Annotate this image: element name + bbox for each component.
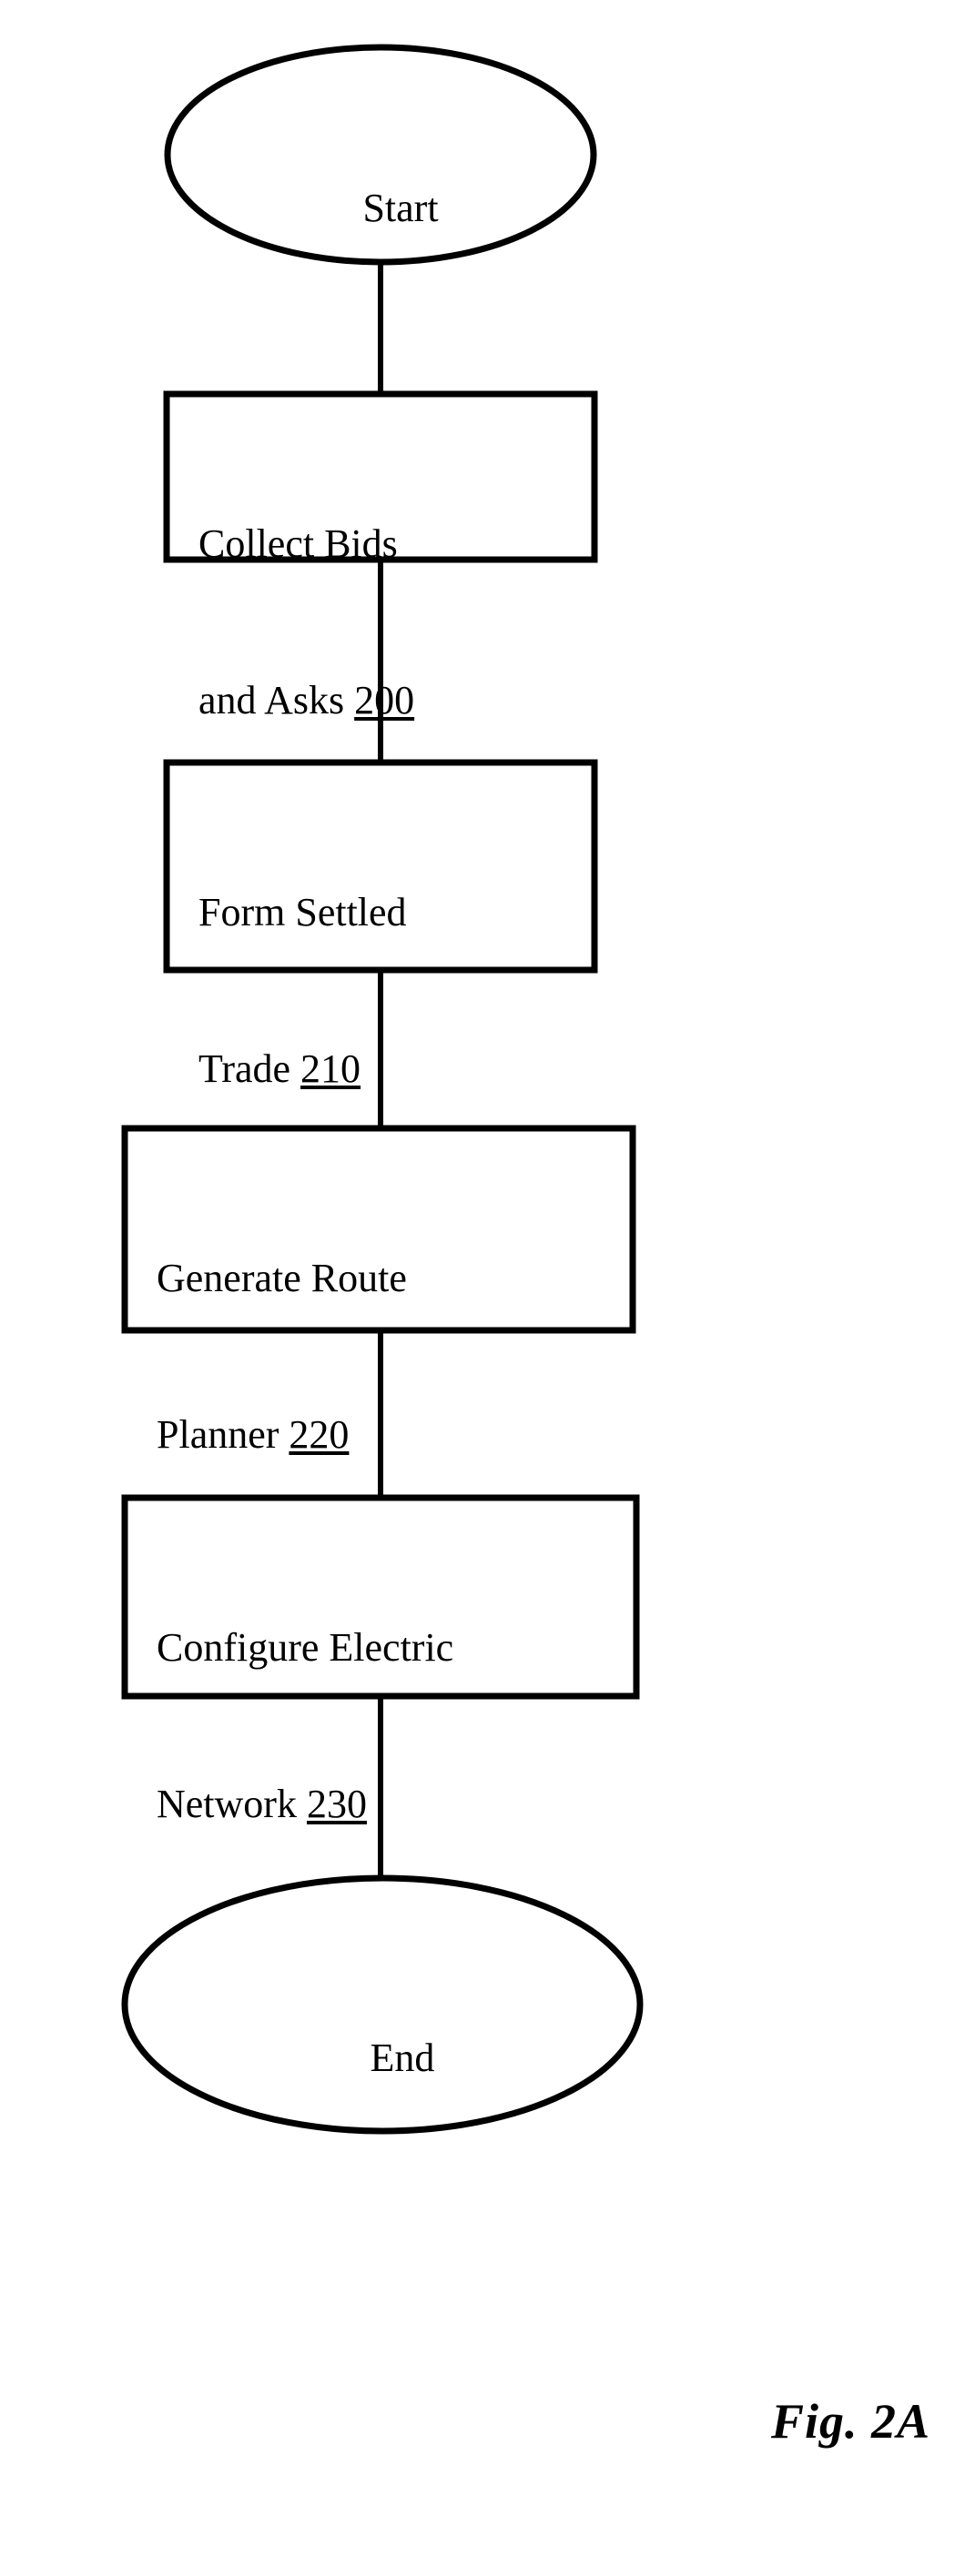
configure-electric-network-label: Configure Electric Network 230 [157,1518,635,1935]
reference-numeral-230: 230 [306,1781,367,1826]
reference-numeral-220: 220 [289,1411,350,1457]
patent-figure-page: Start Collect Bids and Asks 200 Form Set… [0,0,965,2576]
collect-bids-label: Collect Bids and Asks 200 [198,414,590,831]
generate-route-planner-label: Generate Route Planner 220 [157,1148,630,1565]
form-settled-trade-label: Form Settled Trade 210 [198,783,590,1199]
collect-bids-line-1: Collect Bids [198,521,398,567]
configure-electric-network-line-2-text: Network [157,1781,307,1826]
reference-numeral-210: 210 [300,1046,361,1091]
collect-bids-line-2: and Asks 200 [198,674,590,726]
start-label-text: Start [362,186,439,231]
configure-electric-network-line-2: Network 230 [157,1778,635,1830]
collect-bids-line-2-text: and Asks [198,677,355,722]
start-terminator-label: Start [167,130,594,287]
generate-route-planner-line-2-text: Planner [157,1411,290,1457]
form-settled-trade-line-1: Form Settled [198,890,407,935]
end-label-text: End [370,2036,435,2081]
form-settled-trade-line-2-text: Trade [198,1046,301,1091]
form-settled-trade-line-2: Trade 210 [198,1043,590,1095]
reference-numeral-200: 200 [354,677,415,722]
figure-caption: Fig. 2A [770,2394,930,2449]
generate-route-planner-line-1: Generate Route [157,1256,407,1301]
generate-route-planner-line-2: Planner 220 [157,1409,630,1460]
configure-electric-network-line-1: Configure Electric [157,1625,454,1671]
end-terminator-label: End [125,1980,640,2137]
